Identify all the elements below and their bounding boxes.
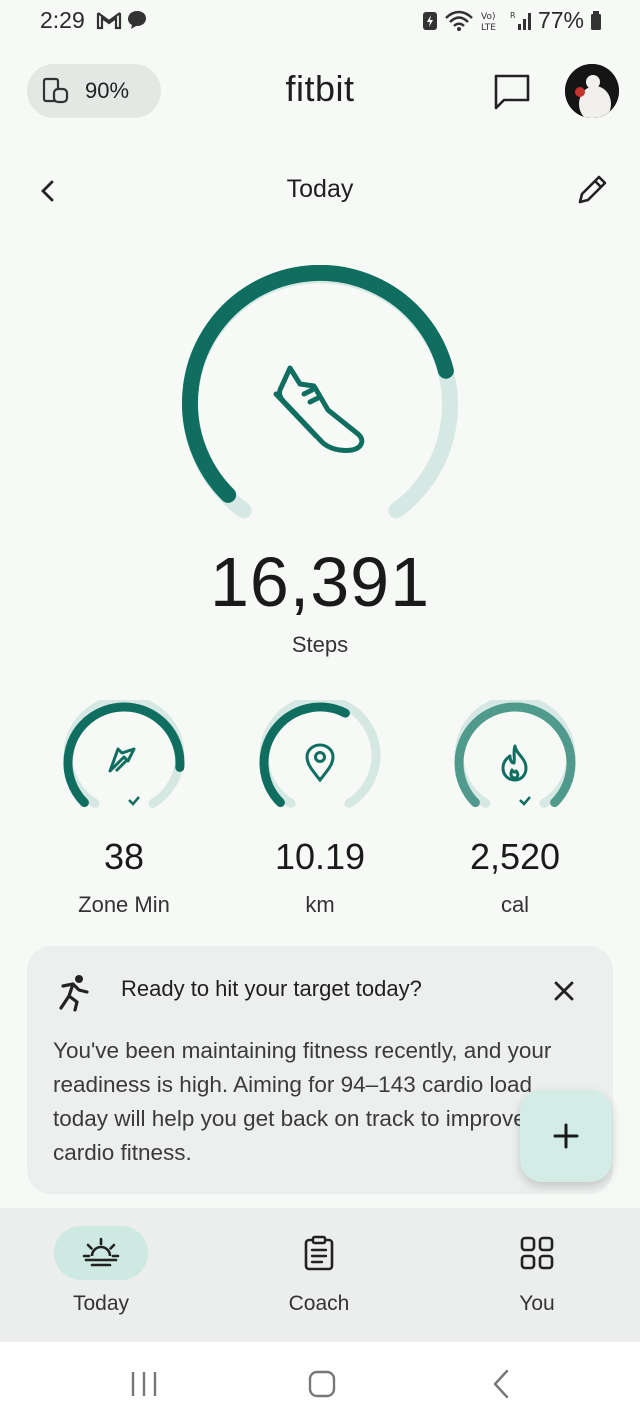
messages-button[interactable] (490, 72, 534, 112)
nav-coach[interactable]: Coach (244, 1226, 394, 1316)
nav-today-pill (54, 1226, 148, 1280)
message-icon (494, 74, 530, 110)
zone-ring-progress (63, 702, 185, 808)
sunrise-icon (82, 1237, 120, 1267)
page-title: Today (286, 175, 354, 203)
zone-minutes-label: Zone Min (78, 892, 170, 917)
runner-icon (59, 975, 89, 1012)
chat-bubble-icon (128, 11, 146, 29)
status-time: 2:29 (40, 7, 85, 33)
nav-coach-pill (272, 1226, 366, 1280)
close-icon (554, 981, 574, 1001)
card-body: You've been maintaining fitness recently… (53, 1038, 576, 1165)
nav-today[interactable]: Today (26, 1226, 176, 1316)
app-title: fitbit (285, 68, 355, 109)
battery-icon (591, 10, 601, 30)
battery-saver-icon (422, 11, 437, 30)
pencil-icon (578, 175, 607, 204)
edit-button[interactable] (572, 170, 612, 210)
distance-stat[interactable]: 10.19 km (245, 700, 395, 918)
nav-you[interactable]: You (462, 1226, 612, 1316)
steps-ring-progress (181, 264, 454, 503)
zone-minutes-icon (108, 747, 136, 773)
status-right: Vo) LTE R 77% (422, 7, 602, 34)
zone-minutes-value: 38 (103, 836, 145, 877)
goal-check-icon (128, 796, 140, 806)
wifi-icon (445, 10, 473, 31)
notification-icons (96, 9, 148, 31)
add-button[interactable] (520, 1090, 612, 1182)
steps-gauge[interactable] (180, 264, 460, 525)
home-button[interactable] (302, 1366, 342, 1402)
card-title: Ready to hit your target today? (121, 976, 422, 1001)
battery-percent: 77% (537, 7, 584, 33)
steps-value: 16,391 (209, 543, 431, 621)
nav-you-pill (490, 1226, 584, 1280)
location-pin-icon (305, 743, 335, 783)
recents-icon (131, 1372, 157, 1396)
gmail-icon (96, 12, 122, 30)
svg-text:R: R (510, 11, 516, 20)
recents-button[interactable] (124, 1366, 164, 1402)
volte-icon: Vo)LTE (481, 12, 496, 32)
nav-coach-label: Coach (288, 1292, 350, 1315)
avatar[interactable] (565, 64, 619, 118)
distance-label: km (305, 892, 335, 917)
system-back-button[interactable] (482, 1366, 522, 1402)
steps-label: Steps (291, 632, 349, 657)
plus-icon (553, 1123, 579, 1149)
signal-icon: R (510, 11, 531, 30)
nav-today-label: Today (72, 1292, 130, 1315)
system-navigation-bar (0, 1342, 640, 1422)
calories-label: cal (500, 892, 530, 917)
calories-value: 2,520 (469, 836, 561, 877)
nav-you-label: You (519, 1292, 555, 1315)
goal-check-icon (519, 796, 531, 806)
shoe-icon (273, 365, 365, 453)
calories-stat[interactable]: 2,520 cal (440, 700, 590, 918)
clipboard-icon (304, 1235, 334, 1271)
status-bar: 2:29 Vo) LTE R 77% (0, 0, 640, 42)
svg-text:LTE: LTE (481, 23, 496, 32)
card-close-button[interactable] (547, 974, 581, 1008)
home-icon (308, 1370, 336, 1398)
back-icon (493, 1369, 509, 1399)
distance-value: 10.19 (274, 836, 366, 877)
svg-text:Vo): Vo) (481, 12, 495, 22)
bottom-navigation: Today Coach You (0, 1208, 640, 1342)
grid-icon (520, 1236, 554, 1270)
profile-photo-icon (565, 64, 619, 118)
flame-icon (501, 744, 528, 782)
zone-minutes-stat[interactable]: 38 Zone Min (49, 700, 199, 918)
